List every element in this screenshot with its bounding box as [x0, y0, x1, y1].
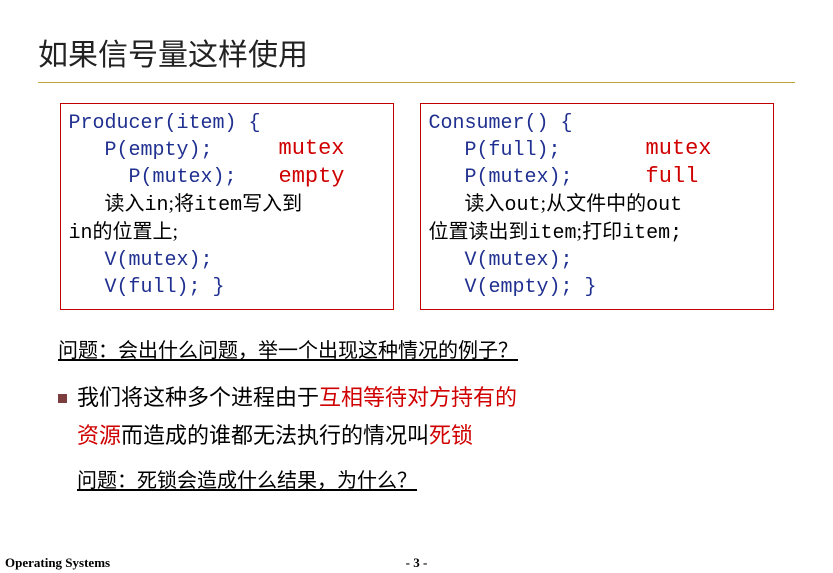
producer-txt1: 读入 — [105, 193, 145, 215]
consumer-box: Consumer() { P(full); P(mutex); 读入out;从文… — [420, 103, 774, 310]
question-2: 问题：死锁会造成什么结果，为什么？ — [77, 470, 417, 492]
code-row: Producer(item) { P(empty); P(mutex); 读入i… — [38, 103, 795, 310]
slide-title: 如果信号量这样使用 — [38, 30, 795, 83]
bullet-icon — [58, 394, 67, 403]
producer-l3: V(mutex); — [105, 249, 213, 272]
slide: 如果信号量这样使用 Producer(item) { P(empty); P(m… — [0, 0, 833, 573]
consumer-head: Consumer() { — [429, 112, 573, 135]
question-1-wrap: 问题：会出什么问题，举一个出现这种情况的例子？ — [58, 334, 795, 363]
footer-left: Operating Systems — [5, 555, 110, 571]
footer-page: - 3 - — [406, 555, 428, 571]
consumer-l3: V(mutex); — [465, 249, 573, 272]
producer-l1: P(empty); — [105, 139, 213, 162]
producer-anno-mutex: mutex — [279, 134, 345, 164]
producer-l2: P(mutex); — [129, 166, 237, 189]
consumer-anno-full: full — [646, 162, 699, 192]
producer-head: Producer(item) { — [69, 112, 261, 135]
consumer-anno-mutex: mutex — [646, 134, 712, 164]
producer-anno-empty: empty — [279, 162, 345, 192]
producer-l4: V(full); — [105, 276, 201, 299]
producer-box: Producer(item) { P(empty); P(mutex); 读入i… — [60, 103, 394, 310]
consumer-l2: P(mutex); — [465, 166, 573, 189]
question-1: 问题：会出什么问题，举一个出现这种情况的例子？ — [58, 340, 518, 362]
consumer-txt1: 读入 — [465, 193, 505, 215]
deadlock-paragraph: 我们将这种多个进程由于互相等待对方持有的 资源而造成的谁都无法执行的情况叫死锁 … — [58, 381, 795, 497]
consumer-l4: V(empty); — [465, 276, 573, 299]
consumer-l1: P(full); — [465, 139, 561, 162]
